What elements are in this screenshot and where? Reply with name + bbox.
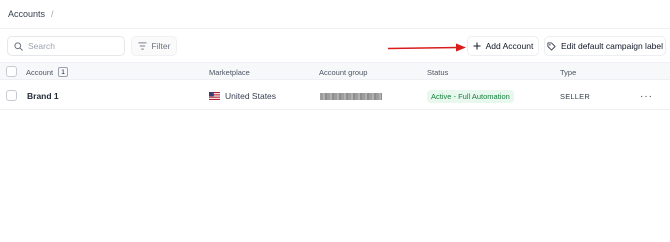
column-type[interactable]: Type <box>560 63 576 81</box>
column-marketplace[interactable]: Marketplace <box>209 63 250 81</box>
marketplace-cell: United States <box>209 82 276 110</box>
redacted-account-group <box>320 92 382 100</box>
type-cell: SELLER <box>560 91 590 101</box>
more-actions-icon[interactable]: ··· <box>640 82 653 110</box>
breadcrumb: Accounts / <box>8 8 54 20</box>
account-count-badge: 1 <box>58 67 69 77</box>
filter-button[interactable]: Filter <box>131 36 177 56</box>
table-header: Account 1 Marketplace Account group Stat… <box>0 62 670 80</box>
filter-icon <box>138 42 147 50</box>
table-row[interactable]: Brand 1 United States Active - Full Auto… <box>0 82 670 110</box>
breadcrumb-separator: / <box>51 9 54 19</box>
column-account[interactable]: Account 1 <box>26 63 69 81</box>
add-account-label: Add Account <box>485 41 534 51</box>
filter-label: Filter <box>151 41 171 51</box>
annotation-arrow <box>388 43 466 52</box>
status-badge: Active - Full Automation <box>427 89 514 103</box>
column-account-label: Account <box>26 67 54 77</box>
plus-icon <box>473 42 481 50</box>
edit-default-campaign-label: Edit default campaign label <box>560 41 664 51</box>
select-all-checkbox[interactable] <box>6 66 17 77</box>
marketplace-name: United States <box>225 91 277 101</box>
add-account-button[interactable]: Add Account <box>467 36 539 56</box>
tag-icon <box>547 41 556 51</box>
search-input[interactable] <box>28 41 118 51</box>
header-divider <box>0 28 670 29</box>
search-box[interactable] <box>7 36 125 56</box>
column-status[interactable]: Status <box>427 63 448 81</box>
account-name[interactable]: Brand 1 <box>27 82 59 110</box>
status-cell: Active - Full Automation <box>427 82 514 110</box>
column-account-group[interactable]: Account group <box>319 63 367 81</box>
row-checkbox[interactable] <box>6 90 17 101</box>
search-icon <box>14 41 23 51</box>
account-group-cell <box>320 82 382 110</box>
edit-default-campaign-label-button[interactable]: Edit default campaign label <box>544 36 666 56</box>
breadcrumb-accounts[interactable]: Accounts <box>8 9 45 19</box>
us-flag-icon <box>209 92 220 100</box>
